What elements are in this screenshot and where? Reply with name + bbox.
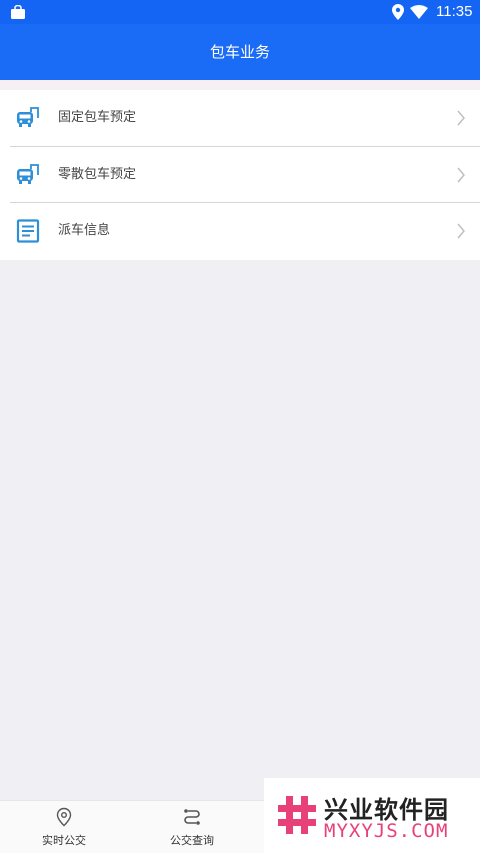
bus-icon [17,164,39,184]
shopping-bag-icon [11,5,25,19]
route-icon [184,809,200,825]
menu-item-label: 派车信息 [58,223,111,238]
bus-icon [17,107,39,127]
location-icon [392,4,404,20]
watermark-site: MYXYJS.COM [324,820,449,842]
tab-label: 实时公交 [42,834,86,847]
chevron-right-icon [457,223,465,239]
page-title: 包车业务 [209,43,270,61]
hash-logo-icon [278,796,316,834]
menu-item-label: 零散包车预定 [58,167,137,182]
tab-bus-query[interactable]: 公交查询 [128,801,256,853]
watermark: 兴业软件园 MYXYJS.COM [264,778,480,853]
chevron-right-icon [457,110,465,126]
app-bar: 包车业务 [0,24,480,80]
document-icon [16,219,40,243]
wifi-icon [410,5,428,19]
menu-item-scattered-charter[interactable]: 零散包车预定 [10,146,480,202]
tab-realtime-bus[interactable]: 实时公交 [0,801,128,853]
chevron-right-icon [457,167,465,183]
status-bar: 11:35 [0,0,480,24]
status-time: 11:35 [436,3,473,20]
menu-item-label: 固定包车预定 [58,110,137,125]
tab-label: 公交查询 [170,834,214,847]
location-pin-icon [56,807,72,827]
header-divider [0,80,480,90]
menu-list: 固定包车预定 零散包车预定 派车信息 [0,90,480,260]
menu-item-fixed-charter[interactable]: 固定包车预定 [0,90,480,146]
menu-item-dispatch-info[interactable]: 派车信息 [10,202,480,258]
bottom-tab-bar: 实时公交 公交查询 [0,800,264,853]
